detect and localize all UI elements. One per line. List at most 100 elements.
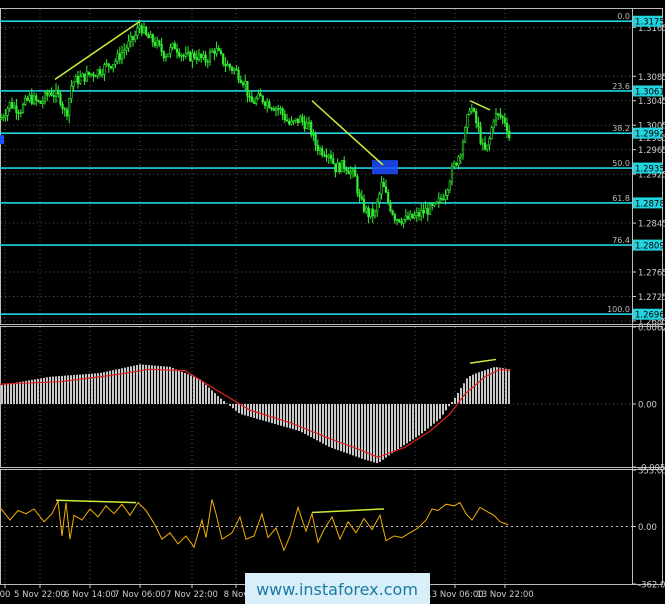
candle-body [10, 102, 14, 109]
candle-body [129, 35, 132, 42]
macd-histogram-bar [67, 375, 69, 404]
candle-body [35, 95, 38, 101]
oscillator-tick-label-1: 0.00 [638, 523, 657, 533]
candle-body [19, 112, 22, 114]
time-tick-label-0: 00 [0, 590, 10, 600]
candle-body [332, 158, 335, 164]
macd-histogram-bar [151, 365, 153, 404]
candle-body [248, 96, 251, 98]
candle-body [230, 67, 234, 71]
macd-histogram-bar [211, 390, 213, 404]
candle-body [316, 144, 319, 151]
time-tick-label-5: 8 Nov [224, 590, 249, 600]
chart-window: 1.3165 1.3085 1.3045 1.3005 1.2965 1.2925 1.28… [0, 0, 665, 604]
macd-histogram-bar [187, 374, 189, 404]
macd-histogram-bar [436, 403, 438, 422]
macd-histogram-bar [448, 403, 450, 407]
macd-histogram-bar [409, 403, 411, 442]
candle-body [118, 53, 121, 60]
macd-histogram-bar [28, 380, 30, 404]
candle-body [395, 219, 399, 221]
time-tick-label-7: 13 Nov 06:00 [426, 590, 483, 600]
macd-histogram-bar [226, 403, 228, 404]
macd-histogram-bar [433, 403, 435, 424]
candle-body [329, 154, 333, 159]
price-tick-label-6: 1.2845 [638, 220, 665, 230]
candle-body [131, 35, 135, 40]
candle-body [263, 101, 267, 106]
candle-body [41, 101, 44, 104]
candle-body [101, 73, 104, 76]
candle-body [136, 27, 139, 36]
candle-body [325, 155, 328, 158]
macd-histogram-bar [19, 381, 21, 404]
candle-body [175, 48, 179, 53]
candle-body [483, 142, 487, 150]
macd-histogram-bar [388, 403, 390, 456]
macd-histogram-bar [280, 403, 282, 426]
candle-body [426, 208, 429, 215]
candle-body [72, 81, 75, 87]
macd-histogram-bar [310, 403, 312, 438]
candle-body [398, 219, 401, 223]
macd-histogram-bar [103, 372, 105, 404]
candle-body [76, 75, 80, 84]
macd-tick-label-0: 0.00622 [638, 324, 665, 334]
candle-body [219, 50, 223, 54]
candle-body [138, 25, 141, 29]
candle-body [318, 148, 322, 151]
candle-body [413, 215, 416, 219]
macd-histogram-bar [235, 403, 237, 411]
macd-histogram-bar [322, 403, 324, 444]
candle-body [61, 103, 64, 110]
candle-body [116, 53, 119, 62]
candle-body [497, 113, 500, 116]
candle-body [290, 120, 293, 125]
candle-body [222, 53, 225, 65]
candle-body [255, 98, 258, 104]
macd-histogram-bar [163, 366, 165, 404]
fib-label-4: 61.8 [612, 194, 630, 203]
trading-chart[interactable]: 1.31651.30851.30451.30051.29651.29251.28… [0, 0, 665, 604]
candle-body [81, 73, 84, 78]
candle-body [444, 195, 447, 201]
candle-body [74, 75, 77, 83]
macd-histogram-bar [202, 382, 204, 404]
candle-body [268, 101, 271, 109]
macd-histogram-bar [178, 370, 180, 404]
macd-histogram-bar [394, 403, 396, 452]
candle-body [437, 197, 440, 203]
macd-histogram-bar [49, 376, 51, 404]
macd-histogram-bar [397, 403, 399, 450]
candle-body [400, 221, 403, 224]
candle-body [241, 82, 245, 85]
macd-histogram-bar [505, 368, 507, 404]
candle-body [486, 144, 489, 150]
macd-histogram-bar [220, 398, 222, 404]
candle-body [380, 182, 383, 195]
candle-body [349, 171, 352, 175]
candle-body [4, 115, 7, 118]
price-tick-label-7: 1.2765 [638, 269, 665, 279]
candle-body [68, 98, 71, 117]
macd-histogram-bar [382, 403, 384, 460]
candle-body [345, 167, 348, 172]
candle-body [134, 35, 137, 40]
candle-body [338, 162, 341, 173]
macd-histogram-bar [484, 370, 486, 404]
candle-body [378, 193, 381, 203]
candle-body [446, 189, 449, 196]
macd-histogram-bar [193, 376, 195, 404]
macd-histogram-bar [289, 403, 291, 429]
fib-price-label-6: 1.2696 [635, 311, 665, 321]
candle-body [200, 53, 203, 59]
candle-body [301, 116, 304, 122]
fib-label-1: 23.6 [612, 82, 630, 91]
candle-body [197, 53, 201, 61]
macd-histogram-bar [295, 403, 297, 431]
candle-body [466, 114, 469, 128]
candle-body [83, 73, 86, 82]
candle-body [105, 63, 108, 66]
macd-histogram-bar [172, 368, 174, 404]
fib-price-label-2: 1.2992 [635, 130, 665, 140]
